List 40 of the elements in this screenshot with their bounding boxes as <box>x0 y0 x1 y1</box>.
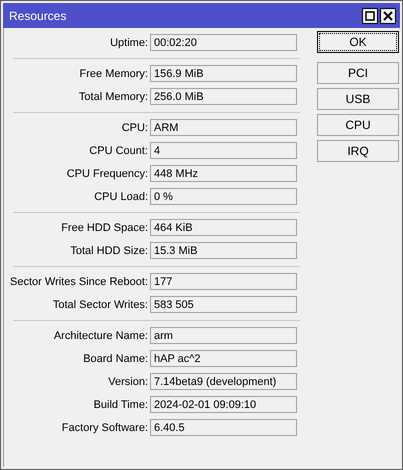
side-button[interactable]: PCI <box>317 62 399 84</box>
window-title: Resources <box>9 8 66 22</box>
field-label: Board Name: <box>82 352 149 364</box>
field-label: Build Time: <box>92 398 149 410</box>
value-field: ARM <box>150 119 297 136</box>
value-field: 583 505 <box>150 296 297 313</box>
field-label: CPU: <box>120 122 149 134</box>
value-field: 156.9 MiB <box>150 65 297 82</box>
value-field: 00:02:20 <box>150 34 297 51</box>
field-label: CPU Count: <box>88 144 149 156</box>
side-button[interactable]: IRQ <box>317 140 399 162</box>
value-field: arm <box>150 327 297 344</box>
side-button[interactable]: CPU <box>317 114 399 136</box>
value-field: 7.14beta9 (development) <box>150 373 297 390</box>
value-field: 2024-02-01 09:09:10 <box>150 396 297 413</box>
field-label: Free Memory: <box>78 68 149 80</box>
maximize-button[interactable] <box>362 8 378 24</box>
field-label: Version: <box>107 376 149 388</box>
field-label: Sector Writes Since Reboot: <box>9 276 149 288</box>
value-field: hAP ac^2 <box>150 350 297 367</box>
value-field: 15.3 MiB <box>150 242 297 259</box>
ok-button[interactable]: OK <box>317 31 399 53</box>
field-label: Architecture Name: <box>52 330 149 342</box>
close-button[interactable] <box>380 8 396 24</box>
field-label: Total Sector Writes: <box>52 298 149 310</box>
value-field: 177 <box>150 273 297 290</box>
field-label: Uptime: <box>109 36 149 48</box>
value-field: 4 <box>150 142 297 159</box>
field-label: Factory Software: <box>60 422 149 434</box>
field-label: CPU Load: <box>93 190 149 202</box>
value-field: 0 % <box>150 188 297 205</box>
side-button[interactable]: USB <box>317 88 399 110</box>
value-field: 464 KiB <box>150 219 297 236</box>
value-field: 256.0 MiB <box>150 88 297 105</box>
field-label: Total HDD Size: <box>69 244 149 256</box>
value-field: 6.40.5 <box>150 419 297 436</box>
value-field: 448 MHz <box>150 165 297 182</box>
field-label: CPU Frequency: <box>66 168 149 180</box>
field-label: Free HDD Space: <box>60 222 149 234</box>
field-label: Total Memory: <box>78 90 149 102</box>
